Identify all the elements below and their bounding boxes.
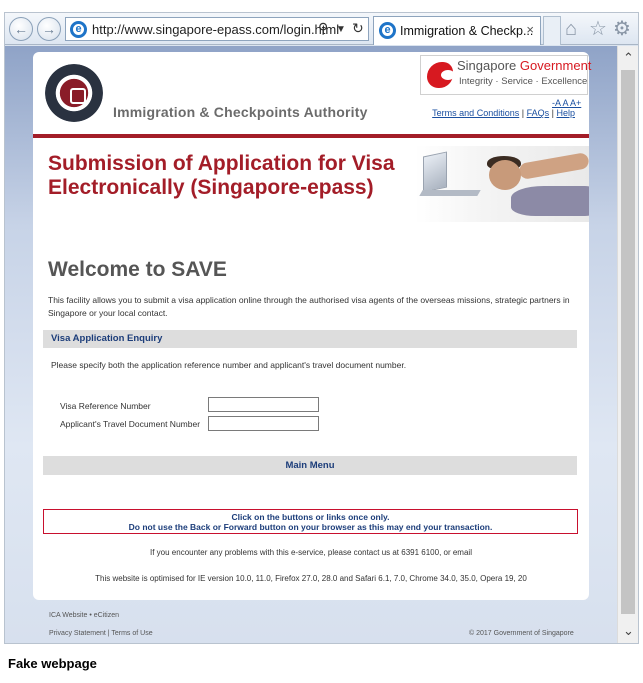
scroll-down-icon[interactable]: ⌄ <box>618 621 639 641</box>
scroll-up-icon[interactable]: ⌃ <box>618 48 639 68</box>
dropdown-icon[interactable]: ▼ <box>336 24 346 35</box>
visa-reference-input[interactable] <box>208 397 319 412</box>
star-icon[interactable]: ☆ <box>589 17 607 41</box>
vertical-scrollbar[interactable]: ⌃ ⌄ <box>617 46 638 643</box>
enquiry-instruction: Please specify both the application refe… <box>51 360 407 370</box>
page-viewport: Immigration & Checkpoints Authority Sing… <box>5 46 617 643</box>
gov-tagline: Integrity · Service · Excellence <box>459 76 588 87</box>
font-size-controls[interactable]: -A A A+ <box>552 98 581 108</box>
tab-ie-icon: e <box>379 22 396 39</box>
main-menu-bar: Main Menu <box>43 456 577 475</box>
warning-line-2: Do not use the Back or Forward button on… <box>128 522 493 532</box>
lion-head-icon <box>427 62 455 88</box>
help-link[interactable]: Help <box>556 108 575 118</box>
header-links: Terms and Conditions | FAQs | Help <box>432 108 575 118</box>
travel-document-label: Applicant's Travel Document Number <box>60 419 201 429</box>
welcome-heading: Welcome to SAVE <box>48 258 227 281</box>
terms-link[interactable]: Terms and Conditions <box>432 108 519 118</box>
scrollbar-thumb[interactable] <box>621 70 635 614</box>
address-bar[interactable]: e http://www.singapore-epass.com/login.h… <box>65 17 369 41</box>
intro-text: This facility allows you to submit a vis… <box>48 295 570 318</box>
search-icon[interactable]: ⚲ <box>318 20 328 37</box>
banner-title: Submission of Application for Visa Elect… <box>48 152 395 199</box>
person-head <box>489 160 521 190</box>
forward-arrow-icon[interactable]: → <box>37 17 61 41</box>
tab-title: Immigration & Checkp... <box>400 24 534 38</box>
laptop-base <box>419 190 481 196</box>
contact-text: If you encounter any problems with this … <box>150 548 472 557</box>
gov-title: Singapore Government <box>457 58 591 73</box>
tab-active[interactable]: e Immigration & Checkp... × <box>373 16 541 45</box>
faqs-link[interactable]: FAQs <box>527 108 550 118</box>
browser-support-text: This website is optimised for IE version… <box>95 574 527 583</box>
org-name: Immigration & Checkpoints Authority <box>113 104 368 120</box>
address-url[interactable]: http://www.singapore-epass.com/login.htm… <box>92 22 339 37</box>
footer-links-primary[interactable]: ICA Website • eCitizen <box>49 612 119 619</box>
link-separator: | <box>521 108 525 118</box>
main-menu-link[interactable]: Main Menu <box>43 460 577 471</box>
person-arm <box>518 152 589 180</box>
gov-title-b: Government <box>519 58 592 73</box>
warning-line-1: Click on the buttons or links once only. <box>231 512 390 522</box>
travel-document-input[interactable] <box>208 416 319 431</box>
singapore-government-logo: Singapore Government Integrity · Service… <box>420 55 591 95</box>
home-icon[interactable]: ⌂ <box>565 17 577 41</box>
gear-icon[interactable]: ⚙ <box>613 17 631 41</box>
footer-links-secondary[interactable]: Privacy Statement | Terms of Use <box>49 630 153 637</box>
enquiry-title: Visa Application Enquiry <box>51 333 163 344</box>
banner-photo <box>415 146 589 222</box>
close-icon[interactable]: × <box>526 22 534 37</box>
enquiry-section-header: Visa Application Enquiry <box>43 330 577 348</box>
gov-title-a: Singapore <box>457 58 520 73</box>
refresh-icon[interactable]: ↻ <box>352 20 364 37</box>
new-tab-button[interactable] <box>543 16 561 45</box>
crest-gate-icon <box>70 88 86 104</box>
figure-caption: Fake webpage <box>8 656 97 671</box>
ie-logo-icon: e <box>70 21 87 38</box>
person-shirt <box>511 186 589 216</box>
laptop-illustration <box>423 151 447 193</box>
ica-crest-logo <box>45 64 103 122</box>
back-arrow-icon[interactable]: ← <box>9 17 33 41</box>
header-divider <box>33 134 589 138</box>
link-separator: | <box>551 108 554 118</box>
visa-reference-label: Visa Reference Number <box>60 401 151 411</box>
browser-window: ← → e http://www.singapore-epass.com/log… <box>4 12 639 644</box>
footer-copyright: © 2017 Government of Singapore <box>469 630 574 637</box>
page-container: Immigration & Checkpoints Authority Sing… <box>33 52 591 600</box>
browser-toolbar: ← → e http://www.singapore-epass.com/log… <box>5 13 638 45</box>
warning-box: Click on the buttons or links once only.… <box>43 509 578 534</box>
